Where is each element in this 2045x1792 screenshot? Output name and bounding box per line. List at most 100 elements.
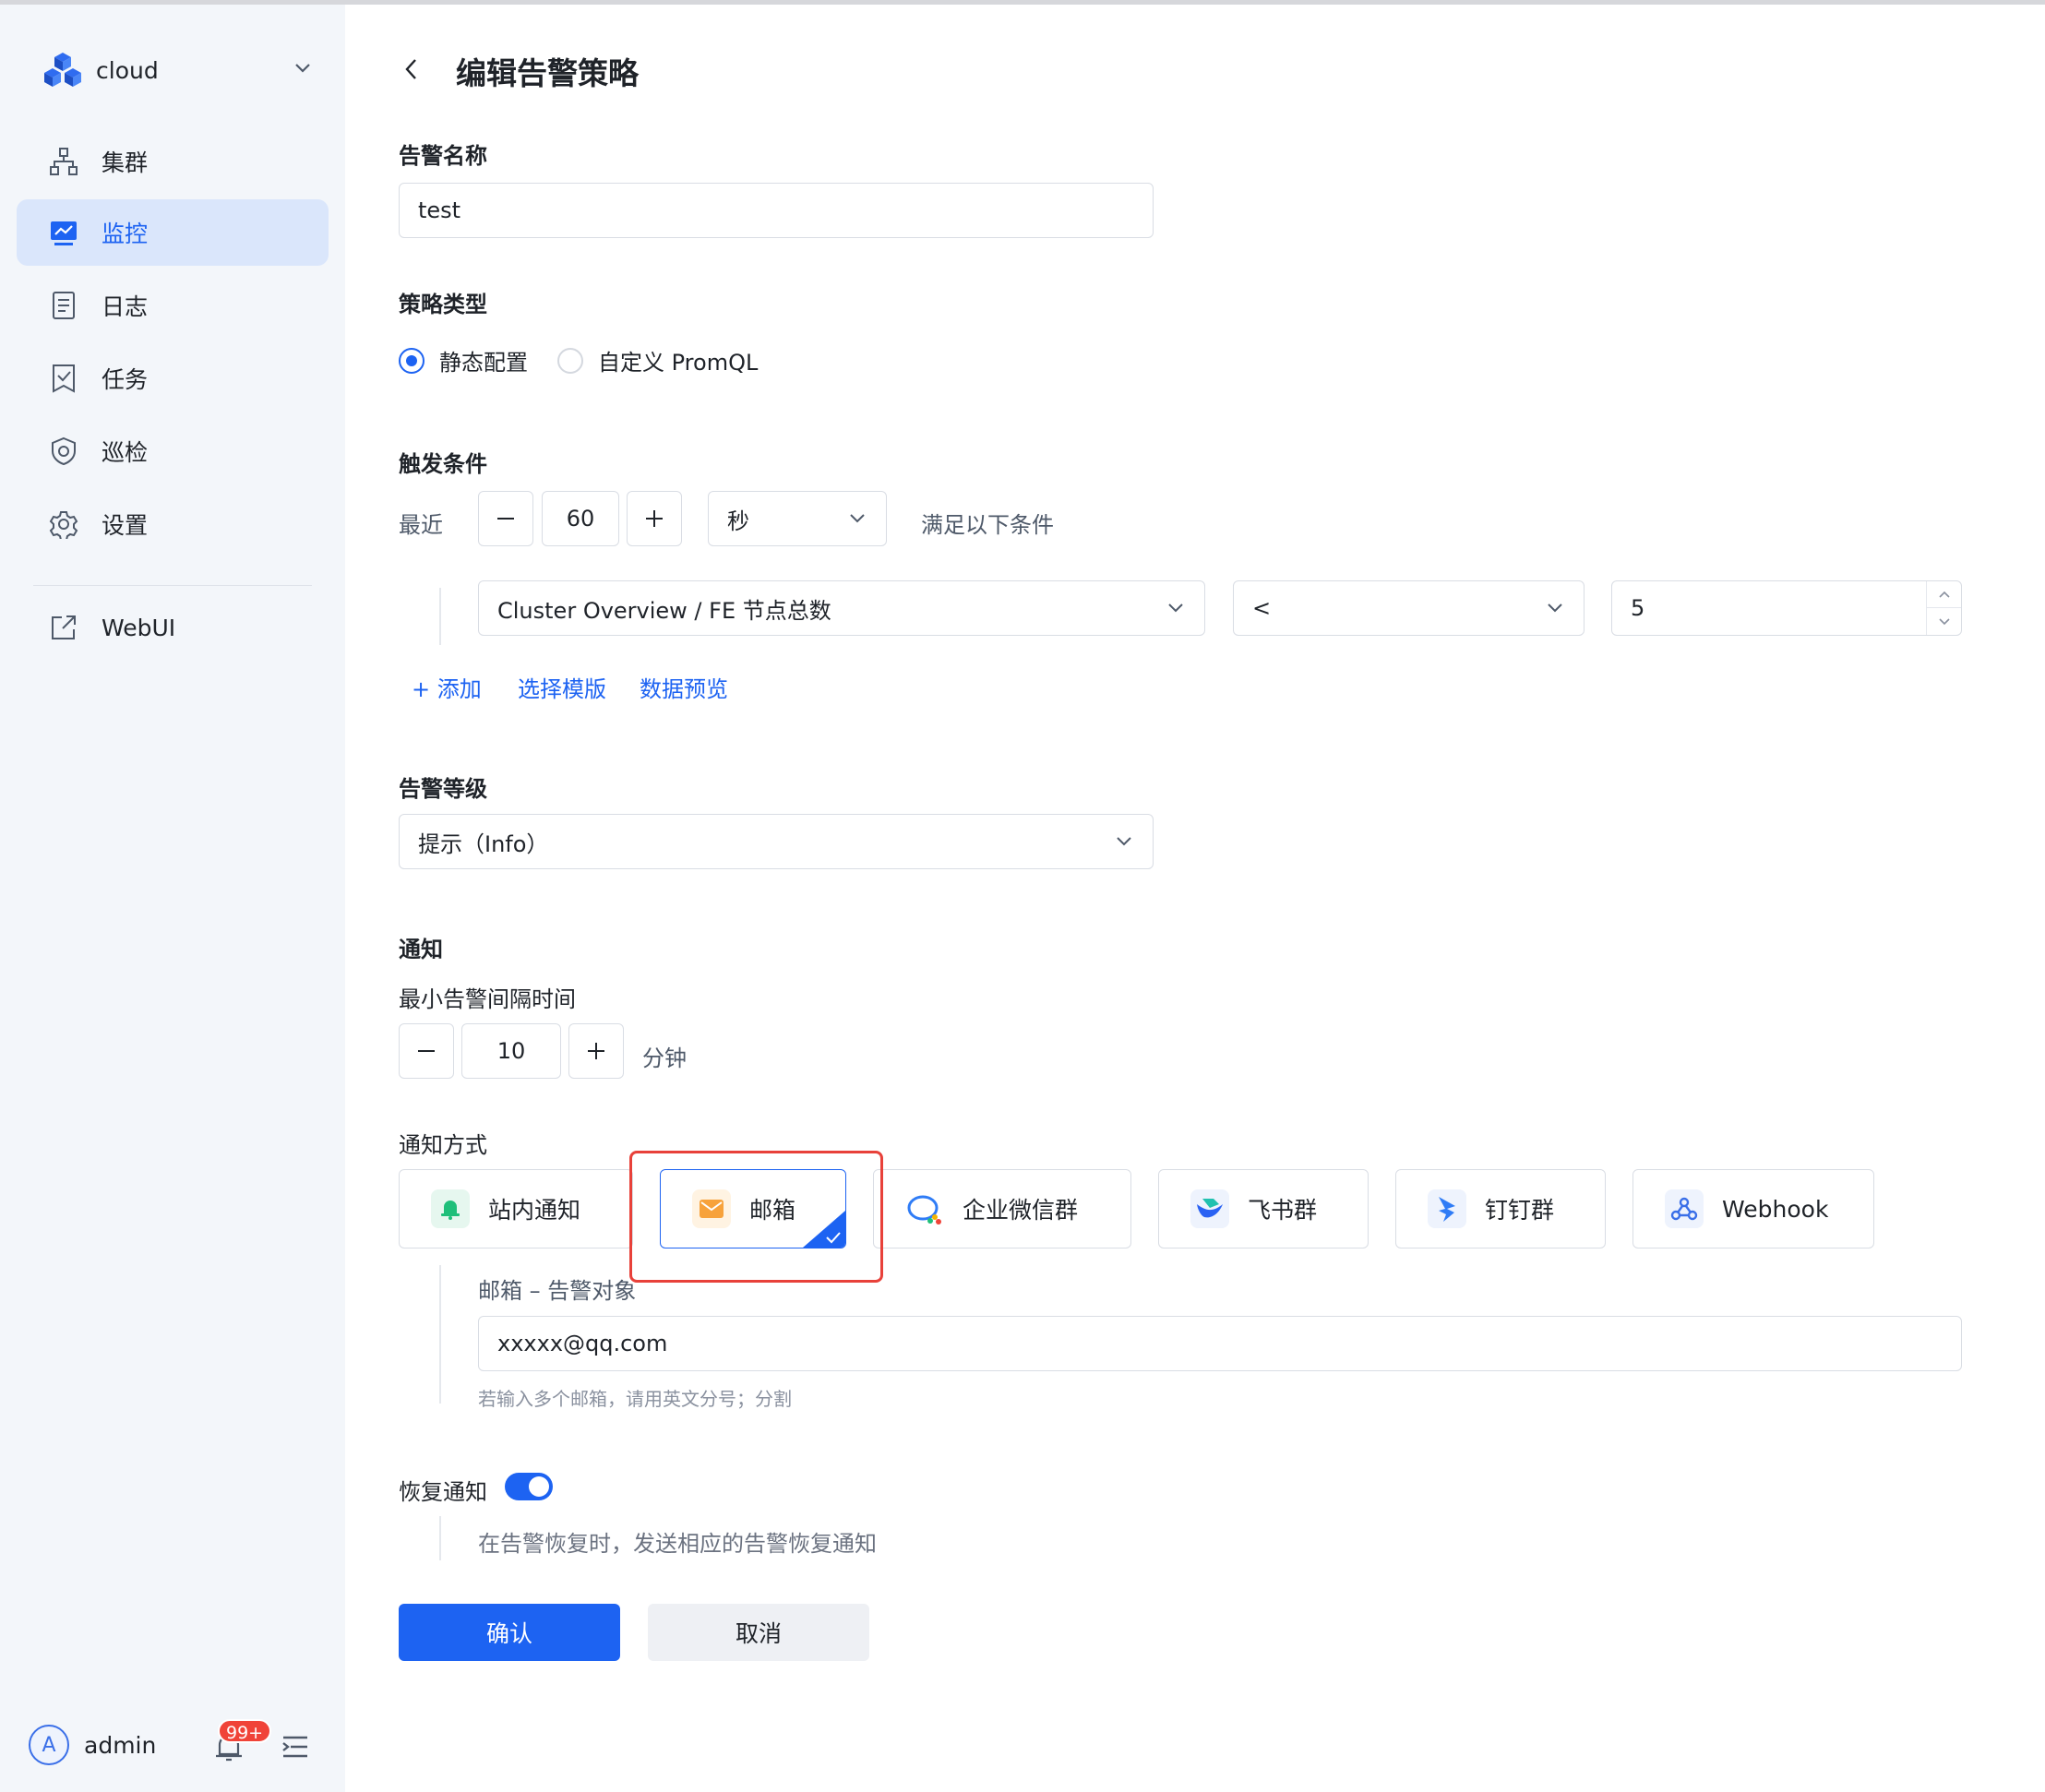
metric-select[interactable]: Cluster Overview / FE 节点总数 — [478, 580, 1205, 636]
recent-label: 最近 — [399, 512, 443, 538]
email-target-label: 邮箱 – 告警对象 — [478, 1278, 637, 1304]
user-name: admin — [84, 1731, 157, 1759]
duration-value[interactable]: 60 — [542, 491, 619, 546]
sidebar-divider — [33, 585, 312, 586]
notify-method-dingtalk[interactable]: 钉钉群 — [1395, 1169, 1606, 1248]
sidebar-item-task[interactable]: 任务 — [17, 345, 329, 412]
inspect-shield-icon — [48, 436, 79, 467]
radio-static-config[interactable]: 静态配置 — [399, 344, 528, 376]
recovery-notify-toggle[interactable] — [505, 1473, 553, 1500]
operator-value: < — [1252, 595, 1272, 621]
brand-switcher[interactable]: cloud — [42, 51, 159, 90]
threshold-input[interactable]: 5 — [1611, 580, 1962, 636]
min-interval-label: 最小告警间隔时间 — [399, 986, 576, 1012]
sidebar-item-label: 巡检 — [102, 439, 149, 466]
plus-icon: + — [412, 676, 437, 702]
cloud-logo-icon — [44, 53, 81, 87]
select-template-link[interactable]: 选择模版 — [518, 671, 606, 703]
gear-icon — [48, 508, 79, 540]
sidebar-item-log[interactable]: 日志 — [17, 272, 329, 339]
cancel-button[interactable]: 取消 — [648, 1604, 869, 1661]
sidebar-item-label: 任务 — [102, 366, 149, 393]
chevron-down-icon — [850, 514, 865, 523]
chevron-down-icon[interactable] — [293, 62, 312, 75]
email-target-input[interactable]: xxxxx@qq.com — [478, 1316, 1962, 1371]
notify-method-wecom[interactable]: 企业微信群 — [873, 1169, 1131, 1248]
email-hint: 若输入多个邮箱，请用英文分号；分割 — [478, 1388, 792, 1410]
notify-method-email[interactable]: 邮箱 — [660, 1169, 846, 1248]
operator-select[interactable]: < — [1233, 580, 1585, 636]
duration-unit-value: 秒 — [727, 508, 749, 534]
notification-badge: 99+ — [218, 1719, 272, 1743]
confirm-button[interactable]: 确认 — [399, 1604, 620, 1661]
minus-icon — [418, 1050, 435, 1052]
notify-method-label: 站内通知 — [488, 1197, 581, 1224]
duration-decrement-button[interactable] — [478, 491, 533, 546]
recovery-group-line — [439, 1516, 441, 1560]
notify-method-label: 飞书群 — [1248, 1197, 1318, 1224]
monitor-icon — [48, 217, 79, 248]
user-profile[interactable]: A admin — [29, 1725, 156, 1765]
minus-icon — [497, 518, 514, 520]
radio-custom-promql[interactable]: 自定义 PromQL — [557, 344, 758, 376]
avatar: A — [29, 1725, 69, 1765]
alert-name-input[interactable]: test — [399, 183, 1154, 238]
brand-name: cloud — [96, 56, 159, 84]
sidebar-item-label: 监控 — [102, 221, 149, 247]
bell-icon — [431, 1189, 470, 1228]
cluster-icon — [48, 146, 79, 177]
chevron-down-icon — [1548, 603, 1562, 613]
chevron-down-icon[interactable] — [1927, 608, 1961, 635]
notify-method-label: Webhook — [1722, 1195, 1829, 1223]
trigger-label: 触发条件 — [399, 451, 487, 477]
notify-method-feishu[interactable]: 飞书群 — [1158, 1169, 1369, 1248]
alert-level-select[interactable]: 提示（Info） — [399, 814, 1154, 869]
metric-value: Cluster Overview / FE 节点总数 — [497, 597, 831, 624]
menu-collapse-icon[interactable] — [281, 1734, 309, 1760]
interval-unit: 分钟 — [642, 1045, 687, 1071]
add-condition-link[interactable]: + 添加 — [412, 671, 482, 703]
radio-label: 自定义 PromQL — [598, 350, 759, 376]
notify-method-label: 邮箱 — [749, 1197, 796, 1224]
data-preview-link[interactable]: 数据预览 — [640, 671, 728, 703]
sidebar-item-monitor[interactable]: 监控 — [17, 199, 329, 266]
page-title: 编辑告警策略 — [456, 55, 639, 91]
radio-dot — [557, 347, 583, 374]
sidebar-item-inspect[interactable]: 巡检 — [17, 418, 329, 484]
webhook-icon — [1665, 1189, 1704, 1228]
chevron-down-icon — [1168, 603, 1183, 613]
radio-label: 静态配置 — [439, 350, 528, 376]
alert-name-label: 告警名称 — [399, 143, 487, 169]
sidebar: cloud 集群 监控 日志 任务 巡检 设置 WebUI A admin 99… — [0, 5, 345, 1792]
interval-increment-button[interactable] — [568, 1023, 624, 1079]
alert-level-value: 提示（Info） — [418, 830, 549, 857]
mail-icon — [692, 1189, 731, 1228]
recovery-notify-label: 恢复通知 — [399, 1479, 487, 1505]
interval-value[interactable]: 10 — [461, 1023, 561, 1079]
sidebar-item-settings[interactable]: 设置 — [17, 491, 329, 557]
email-group-line — [439, 1265, 441, 1404]
chevron-up-icon[interactable] — [1927, 581, 1961, 608]
back-arrow-icon[interactable] — [402, 56, 421, 82]
notify-methods-label: 通知方式 — [399, 1132, 487, 1158]
notify-method-label: 钉钉群 — [1485, 1197, 1555, 1224]
condition-group-line — [439, 588, 441, 645]
notify-method-in-app[interactable]: 站内通知 — [399, 1169, 633, 1248]
duration-increment-button[interactable] — [627, 491, 682, 546]
sidebar-item-label: 设置 — [102, 512, 149, 539]
duration-unit-select[interactable]: 秒 — [708, 491, 887, 546]
feishu-icon — [1190, 1189, 1229, 1228]
sidebar-item-webui[interactable]: WebUI — [17, 594, 329, 661]
notify-method-label: 企业微信群 — [963, 1197, 1079, 1224]
sidebar-item-label: WebUI — [102, 614, 176, 641]
notify-method-webhook[interactable]: Webhook — [1632, 1169, 1874, 1248]
task-icon — [48, 363, 79, 394]
sidebar-item-cluster[interactable]: 集群 — [17, 128, 329, 195]
threshold-stepper[interactable] — [1926, 581, 1961, 635]
interval-decrement-button[interactable] — [399, 1023, 454, 1079]
plus-icon — [646, 510, 663, 527]
sidebar-item-label: 集群 — [102, 149, 149, 176]
notify-section-label: 通知 — [399, 937, 443, 962]
threshold-value: 5 — [1631, 595, 1645, 621]
policy-type-label: 策略类型 — [399, 292, 487, 317]
